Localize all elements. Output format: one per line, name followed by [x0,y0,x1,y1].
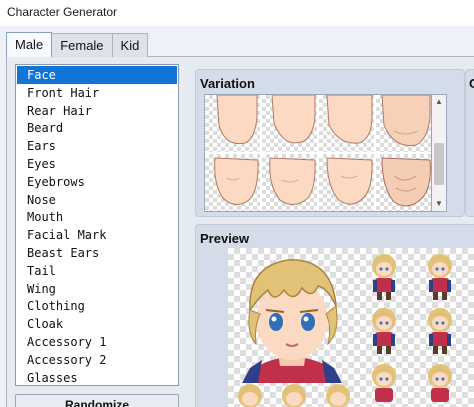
part-item-mouth[interactable]: Mouth [17,208,177,226]
part-item-clothing[interactable]: Clothing [17,297,177,315]
gender-tabs: Male Female Kid [6,32,149,57]
preview-title: Preview [200,231,250,246]
tab-kid[interactable]: Kid [112,33,149,57]
window-title: Character Generator [7,5,118,19]
part-item-wing[interactable]: Wing [17,280,177,298]
part-item-tail[interactable]: Tail [17,262,177,280]
part-item-beast-ears[interactable]: Beast Ears [17,244,177,262]
part-item-ears[interactable]: Ears [17,137,177,155]
face-variation-tile[interactable] [376,95,431,152]
part-item-facial-mark[interactable]: Facial Mark [17,226,177,244]
part-item-glasses[interactable]: Glasses [17,369,177,385]
character-portrait [242,259,342,383]
face-variation-tile[interactable] [319,154,374,211]
walk-sprite [282,384,306,407]
part-item-nose[interactable]: Nose [17,191,177,209]
face-head-icon [326,157,373,205]
face-chin-icon [381,95,431,147]
face-variation-tile[interactable] [319,95,374,152]
face-variation-grid[interactable] [204,94,432,212]
face-variation-tile[interactable] [262,95,317,152]
face-variation-tile[interactable] [262,154,317,211]
walk-sprite [428,254,452,300]
part-item-rear-hair[interactable]: Rear Hair [17,102,177,120]
parts-list[interactable]: Face Front Hair Rear Hair Beard Ears Eye… [15,64,179,386]
walk-sprite [372,364,396,402]
face-chin-icon [216,95,258,145]
variation-title: Variation [200,76,255,91]
tab-female[interactable]: Female [52,33,113,57]
face-variation-tile[interactable] [376,154,431,211]
face-chin-icon [326,95,373,144]
part-item-eyes[interactable]: Eyes [17,155,177,173]
tab-male[interactable]: Male [6,32,53,57]
part-item-face[interactable]: Face [17,66,177,84]
face-head-icon [214,157,259,205]
window-title-bar: Character Generator [0,0,474,26]
color-group-title: C [469,76,474,91]
color-group [465,69,474,217]
face-head-icon [269,157,316,205]
face-variation-tile[interactable] [205,95,260,152]
walk-sprite [372,308,396,354]
walk-sprite [428,364,452,402]
part-item-front-hair[interactable]: Front Hair [17,84,177,102]
face-chin-icon [271,95,316,144]
face-head-icon [381,157,431,207]
walk-sprite [428,308,452,354]
part-item-cloak[interactable]: Cloak [17,315,177,333]
randomize-button[interactable]: Randomize [15,394,179,407]
character-preview [228,248,474,407]
variation-scrollbar[interactable]: ▲ ▼ [432,94,447,212]
part-item-accessory-2[interactable]: Accessory 2 [17,351,177,369]
scroll-thumb[interactable] [434,143,444,185]
scroll-down-arrow-icon[interactable]: ▼ [432,197,446,211]
face-variation-tile[interactable] [205,154,260,211]
part-item-beard[interactable]: Beard [17,119,177,137]
walk-sprite [372,254,396,300]
scroll-up-arrow-icon[interactable]: ▲ [432,95,446,109]
walk-sprite [238,384,262,407]
part-item-eyebrows[interactable]: Eyebrows [17,173,177,191]
walk-sprite [326,384,350,407]
part-item-accessory-1[interactable]: Accessory 1 [17,333,177,351]
